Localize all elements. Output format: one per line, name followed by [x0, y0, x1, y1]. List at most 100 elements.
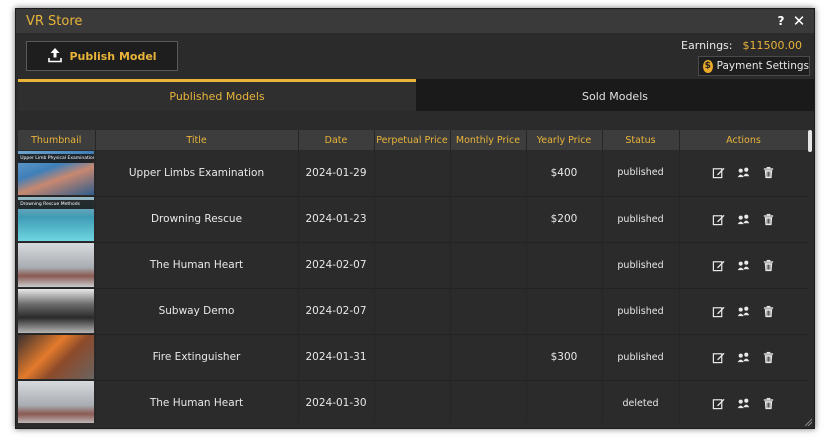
edit-icon[interactable]	[712, 166, 725, 179]
row-title: Upper Limbs Examination	[95, 150, 299, 197]
heart-lab-thumbnail	[18, 381, 94, 423]
row-monthly-price	[450, 242, 527, 289]
col-header-thumbnail: Thumbnail	[18, 130, 96, 150]
title-bar: VR Store ? ✕	[16, 9, 814, 33]
row-thumbnail-cell: Upper Limb Physical Examination	[18, 150, 96, 197]
table-header-row: Thumbnail Title Date Perpetual Price Mon…	[18, 130, 808, 150]
row-thumbnail-cell: Drowning Rescue Methods	[18, 196, 96, 243]
row-date: 2024-01-23	[298, 196, 375, 243]
col-header-monthly-price: Monthly Price	[450, 130, 527, 150]
row-monthly-price	[450, 334, 527, 381]
row-actions	[679, 288, 808, 335]
row-title: Fire Extinguisher	[95, 334, 299, 381]
earnings-label: Earnings:	[681, 39, 733, 52]
row-actions	[679, 334, 808, 381]
table-scrollbar[interactable]	[808, 130, 812, 423]
row-actions	[679, 380, 808, 423]
row-date: 2024-01-29	[298, 150, 375, 197]
row-perpetual-price	[374, 242, 451, 289]
earnings-amount: $11500.00	[742, 39, 803, 52]
table-row[interactable]: The Human Heart 2024-02-07 published	[18, 242, 808, 289]
table-row[interactable]: Upper Limb Physical Examination Upper Lim…	[18, 150, 808, 197]
scrollbar-thumb[interactable]	[808, 130, 812, 152]
resize-grip-icon[interactable]	[804, 418, 812, 426]
people-icon[interactable]	[737, 351, 750, 364]
row-actions	[679, 242, 808, 289]
payment-settings-button[interactable]: $ Payment Settings	[698, 56, 810, 76]
upload-icon	[47, 47, 63, 66]
window-title: VR Store	[26, 13, 83, 29]
tab-bar: Published Models Sold Models	[18, 79, 814, 111]
row-status: published	[602, 150, 680, 197]
row-perpetual-price	[374, 288, 451, 335]
help-button[interactable]: ?	[772, 14, 790, 28]
row-thumbnail-cell	[18, 242, 96, 289]
clinic-scene-thumbnail: Upper Limb Physical Examination	[18, 150, 95, 195]
tab-sold-models[interactable]: Sold Models	[416, 79, 814, 111]
row-status: published	[602, 242, 680, 289]
row-date: 2024-02-07	[298, 242, 375, 289]
row-monthly-price	[450, 380, 527, 423]
row-date: 2024-02-07	[298, 288, 375, 335]
payment-settings-label: Payment Settings	[716, 60, 809, 72]
trash-icon[interactable]	[762, 259, 775, 272]
table-row[interactable]: Fire Extinguisher 2024-01-31 $300 published	[18, 334, 808, 381]
trash-icon[interactable]	[762, 305, 775, 318]
dollar-coin-icon: $	[703, 59, 713, 73]
row-monthly-price	[450, 288, 527, 335]
table-row[interactable]: Drowning Rescue Methods Drowning Rescue 20…	[18, 196, 808, 243]
trash-icon[interactable]	[762, 397, 775, 410]
row-thumbnail-cell	[18, 288, 96, 335]
table-row[interactable]: Subway Demo 2024-02-07 published	[18, 288, 808, 335]
row-yearly-price	[526, 242, 603, 289]
row-perpetual-price	[374, 380, 451, 423]
people-icon[interactable]	[737, 259, 750, 272]
models-table-container: Thumbnail Title Date Perpetual Price Mon…	[18, 130, 808, 423]
col-header-perpetual-price: Perpetual Price	[374, 130, 451, 150]
row-yearly-price: $400	[526, 150, 603, 197]
edit-icon[interactable]	[712, 397, 725, 410]
row-status: published	[602, 196, 680, 243]
trash-icon[interactable]	[762, 213, 775, 226]
subway-interior-thumbnail	[18, 289, 94, 333]
publish-model-button[interactable]: Publish Model	[26, 41, 178, 71]
thumbnail-caption: Drowning Rescue Methods	[18, 200, 94, 209]
trash-icon[interactable]	[762, 351, 775, 364]
heart-lab-thumbnail	[18, 243, 94, 287]
close-button[interactable]: ✕	[790, 12, 808, 30]
row-perpetual-price	[374, 334, 451, 381]
edit-icon[interactable]	[712, 213, 725, 226]
col-header-actions: Actions	[679, 130, 808, 150]
edit-icon[interactable]	[712, 259, 725, 272]
row-perpetual-price	[374, 150, 451, 197]
edit-icon[interactable]	[712, 305, 725, 318]
tab-published-models[interactable]: Published Models	[18, 79, 416, 111]
row-yearly-price	[526, 380, 603, 423]
table-row[interactable]: The Human Heart 2024-01-30 deleted	[18, 380, 808, 423]
row-date: 2024-01-30	[298, 380, 375, 423]
row-thumbnail-cell	[18, 334, 96, 381]
people-icon[interactable]	[737, 305, 750, 318]
people-icon[interactable]	[737, 397, 750, 410]
row-title: The Human Heart	[95, 380, 299, 423]
thumbnail-caption: Upper Limb Physical Examination	[18, 153, 95, 163]
row-actions	[679, 196, 808, 243]
row-monthly-price	[450, 150, 527, 197]
trash-icon[interactable]	[762, 166, 775, 179]
col-header-title: Title	[95, 130, 299, 150]
row-title: Subway Demo	[95, 288, 299, 335]
row-yearly-price: $300	[526, 334, 603, 381]
col-header-yearly-price: Yearly Price	[526, 130, 603, 150]
people-icon[interactable]	[737, 166, 750, 179]
row-monthly-price	[450, 196, 527, 243]
row-status: published	[602, 288, 680, 335]
models-table: Thumbnail Title Date Perpetual Price Mon…	[18, 130, 808, 423]
row-status: deleted	[602, 380, 680, 423]
pool-scene-thumbnail: Drowning Rescue Methods	[18, 197, 94, 241]
fire-scene-thumbnail	[18, 335, 94, 379]
people-icon[interactable]	[737, 213, 750, 226]
row-date: 2024-01-31	[298, 334, 375, 381]
edit-icon[interactable]	[712, 351, 725, 364]
row-thumbnail-cell	[18, 380, 96, 423]
col-header-date: Date	[298, 130, 375, 150]
